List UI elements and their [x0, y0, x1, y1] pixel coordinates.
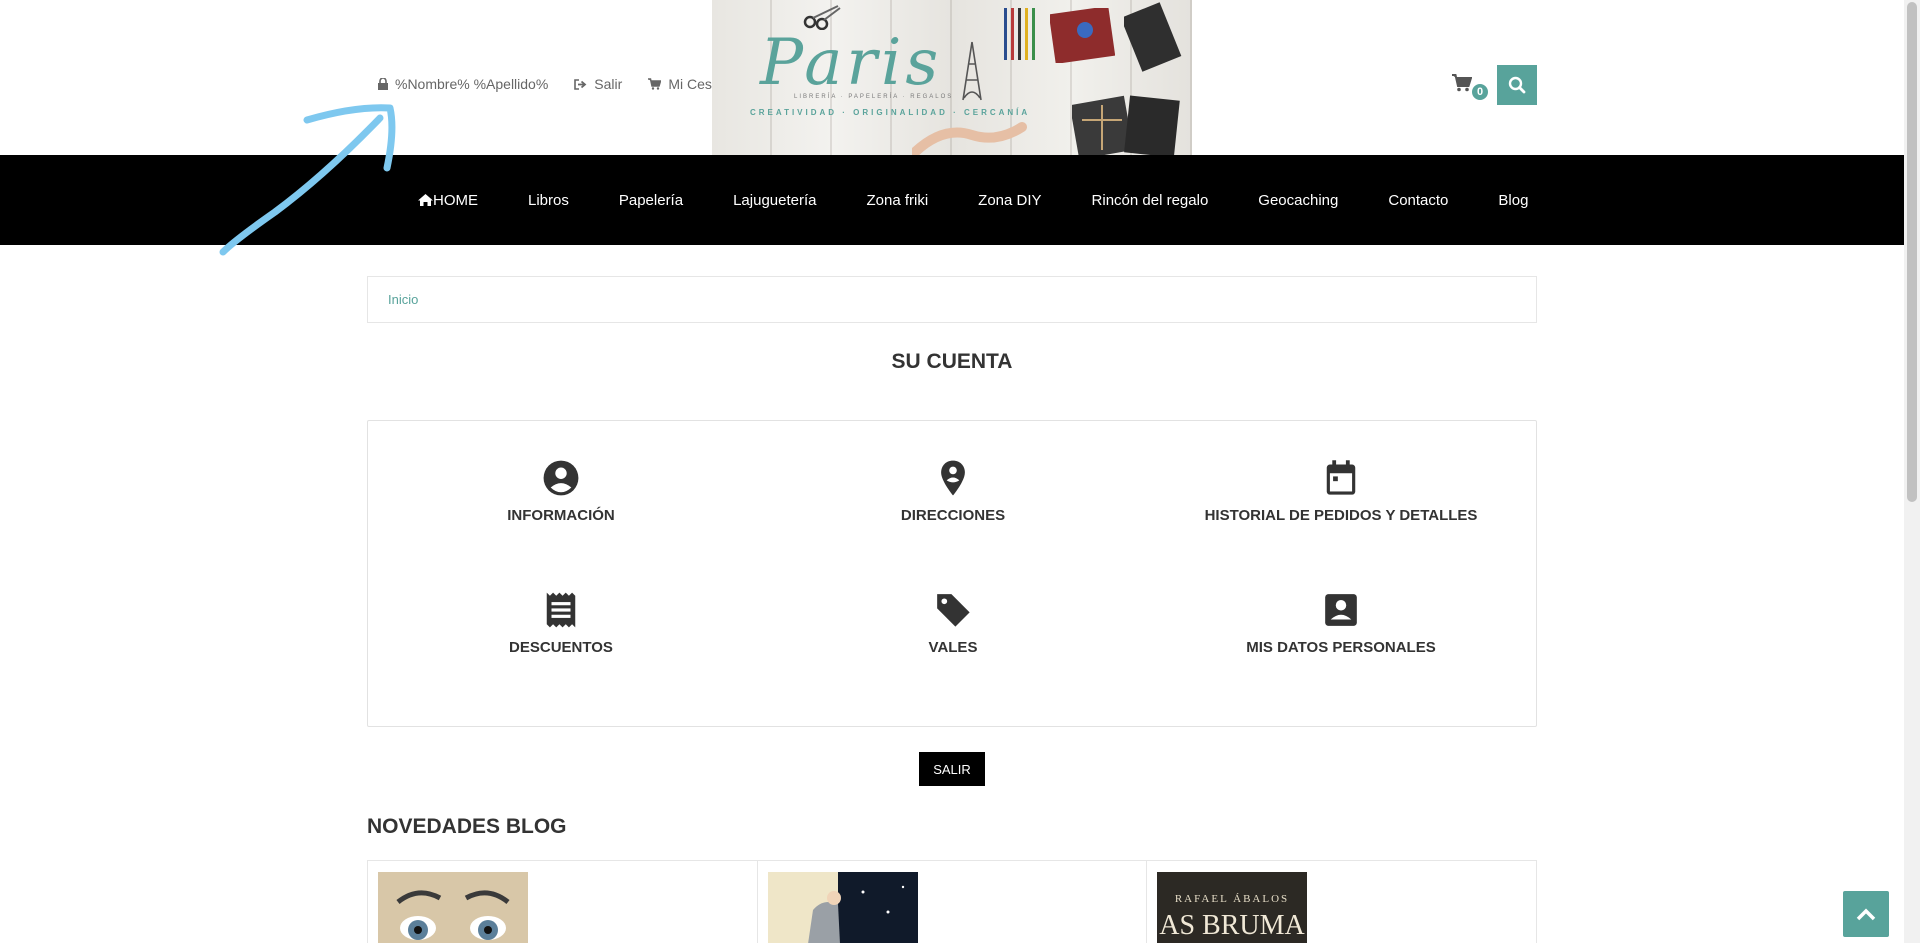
logout-label: Salir: [594, 76, 623, 92]
hand-icon: [912, 122, 1027, 155]
search-button[interactable]: [1497, 65, 1537, 105]
eiffel-tower-icon: [962, 41, 982, 101]
notebook-icon: [1124, 2, 1182, 72]
account-link-order-history[interactable]: HISTORIAL DE PEDIDOS Y DETALLES: [1148, 459, 1534, 524]
calendar-icon: [1326, 460, 1356, 495]
breadcrumb: Inicio: [367, 276, 1537, 323]
nav-item-blog[interactable]: Blog: [1498, 192, 1528, 209]
lock-icon: [378, 78, 388, 90]
blog-thumbnail-book-cover: RAFAEL ÁBALOS AS BRUMA: [1157, 872, 1308, 943]
site-logo[interactable]: Paris LIBRERÍA · PAPELERÍA · REGALOS CRE…: [712, 0, 1192, 155]
account-link-label: HISTORIAL DE PEDIDOS Y DETALLES: [1204, 507, 1478, 524]
pencils-icon: [1004, 8, 1035, 60]
blog-section-title: NOVEDADES BLOG: [367, 815, 567, 838]
nav-item-zona-friki[interactable]: Zona friki: [866, 192, 928, 209]
account-link-addresses[interactable]: DIRECCIONES: [760, 459, 1146, 524]
svg-text:AS BRUMA: AS BRUMA: [1160, 910, 1306, 941]
account-circle-icon: [543, 460, 579, 496]
map-pin-icon: [941, 460, 965, 496]
main-navigation: HOME Libros Papelería Lajuguetería Zona …: [0, 155, 1904, 245]
user-name-label: %Nombre% %Apellido%: [395, 76, 549, 92]
nav-item-contacto[interactable]: Contacto: [1388, 192, 1448, 209]
chevron-up-icon: [1856, 908, 1876, 921]
user-nav: %Nombre% %Apellido% Salir Mi Cesta: [378, 76, 750, 92]
back-to-top-button[interactable]: [1843, 891, 1889, 937]
home-icon: [418, 194, 433, 206]
blog-thumbnail-illustration: [767, 872, 918, 943]
contact-card-icon: [1325, 594, 1357, 626]
account-link-label: DESCUENTOS: [509, 639, 613, 656]
logo-slogan: CREATIVIDAD · ORIGINALIDAD · CERCANÍA: [750, 108, 1031, 117]
sign-out-icon: [574, 78, 587, 90]
search-icon: [1508, 76, 1526, 94]
page-title: SU CUENTA: [891, 350, 1013, 373]
account-link-information[interactable]: INFORMACIÓN: [368, 459, 754, 524]
nav-item-papeleria[interactable]: Papelería: [619, 192, 683, 209]
scrollbar-thumb[interactable]: [1907, 2, 1917, 502]
site-header: %Nombre% %Apellido% Salir Mi Cesta Paris…: [0, 0, 1904, 155]
tied-notebooks-icon: [1072, 95, 1180, 155]
book-icon: [1050, 8, 1115, 63]
nav-item-zona-diy[interactable]: Zona DIY: [978, 192, 1041, 209]
logout-button[interactable]: SALIR: [919, 752, 985, 786]
blog-cards: RAFAEL ÁBALOS AS BRUMA: [367, 860, 1538, 943]
logo-tagline: LIBRERÍA · PAPELERÍA · REGALOS: [794, 94, 954, 100]
nav-item-home[interactable]: HOME: [418, 192, 478, 209]
nav-item-label: HOME: [433, 191, 478, 209]
cart-icon: [648, 78, 662, 90]
cart-count-badge: 0: [1470, 82, 1490, 102]
nav-item-rincon-del-regalo[interactable]: Rincón del regalo: [1092, 192, 1209, 209]
account-link-discounts[interactable]: DESCUENTOS: [368, 591, 754, 656]
tag-icon: [937, 594, 970, 627]
blog-card[interactable]: RAFAEL ÁBALOS AS BRUMA: [1147, 860, 1538, 943]
account-links-panel: INFORMACIÓN DIRECCIONES HISTORIAL DE PED…: [367, 420, 1537, 727]
logo-brand: Paris: [760, 26, 943, 100]
receipt-icon: [546, 592, 576, 628]
book-cover-author: RAFAEL ÁBALOS: [1175, 893, 1289, 905]
nav-item-lajugueteria[interactable]: Lajuguetería: [733, 192, 816, 209]
breadcrumb-home-link[interactable]: Inicio: [388, 292, 418, 307]
account-link-vouchers[interactable]: VALES: [760, 591, 1146, 656]
account-link-personal-data[interactable]: MIS DATOS PERSONALES: [1148, 591, 1534, 656]
nav-item-geocaching[interactable]: Geocaching: [1258, 192, 1338, 209]
account-link-label: DIRECCIONES: [900, 507, 1006, 524]
cart-icon: [1452, 74, 1473, 92]
header-cart-button[interactable]: [1452, 74, 1473, 97]
account-link-label: INFORMACIÓN: [507, 507, 615, 524]
page-scrollbar[interactable]: [1904, 0, 1920, 943]
account-link-label: VALES: [928, 639, 978, 656]
user-account-link[interactable]: %Nombre% %Apellido%: [378, 76, 548, 92]
account-link-label: MIS DATOS PERSONALES: [1246, 639, 1436, 656]
blog-card[interactable]: [367, 860, 758, 943]
blog-card[interactable]: [757, 860, 1148, 943]
nav-item-libros[interactable]: Libros: [528, 192, 569, 209]
logout-link[interactable]: Salir: [574, 76, 622, 92]
blog-thumbnail-eyes: [378, 872, 528, 943]
